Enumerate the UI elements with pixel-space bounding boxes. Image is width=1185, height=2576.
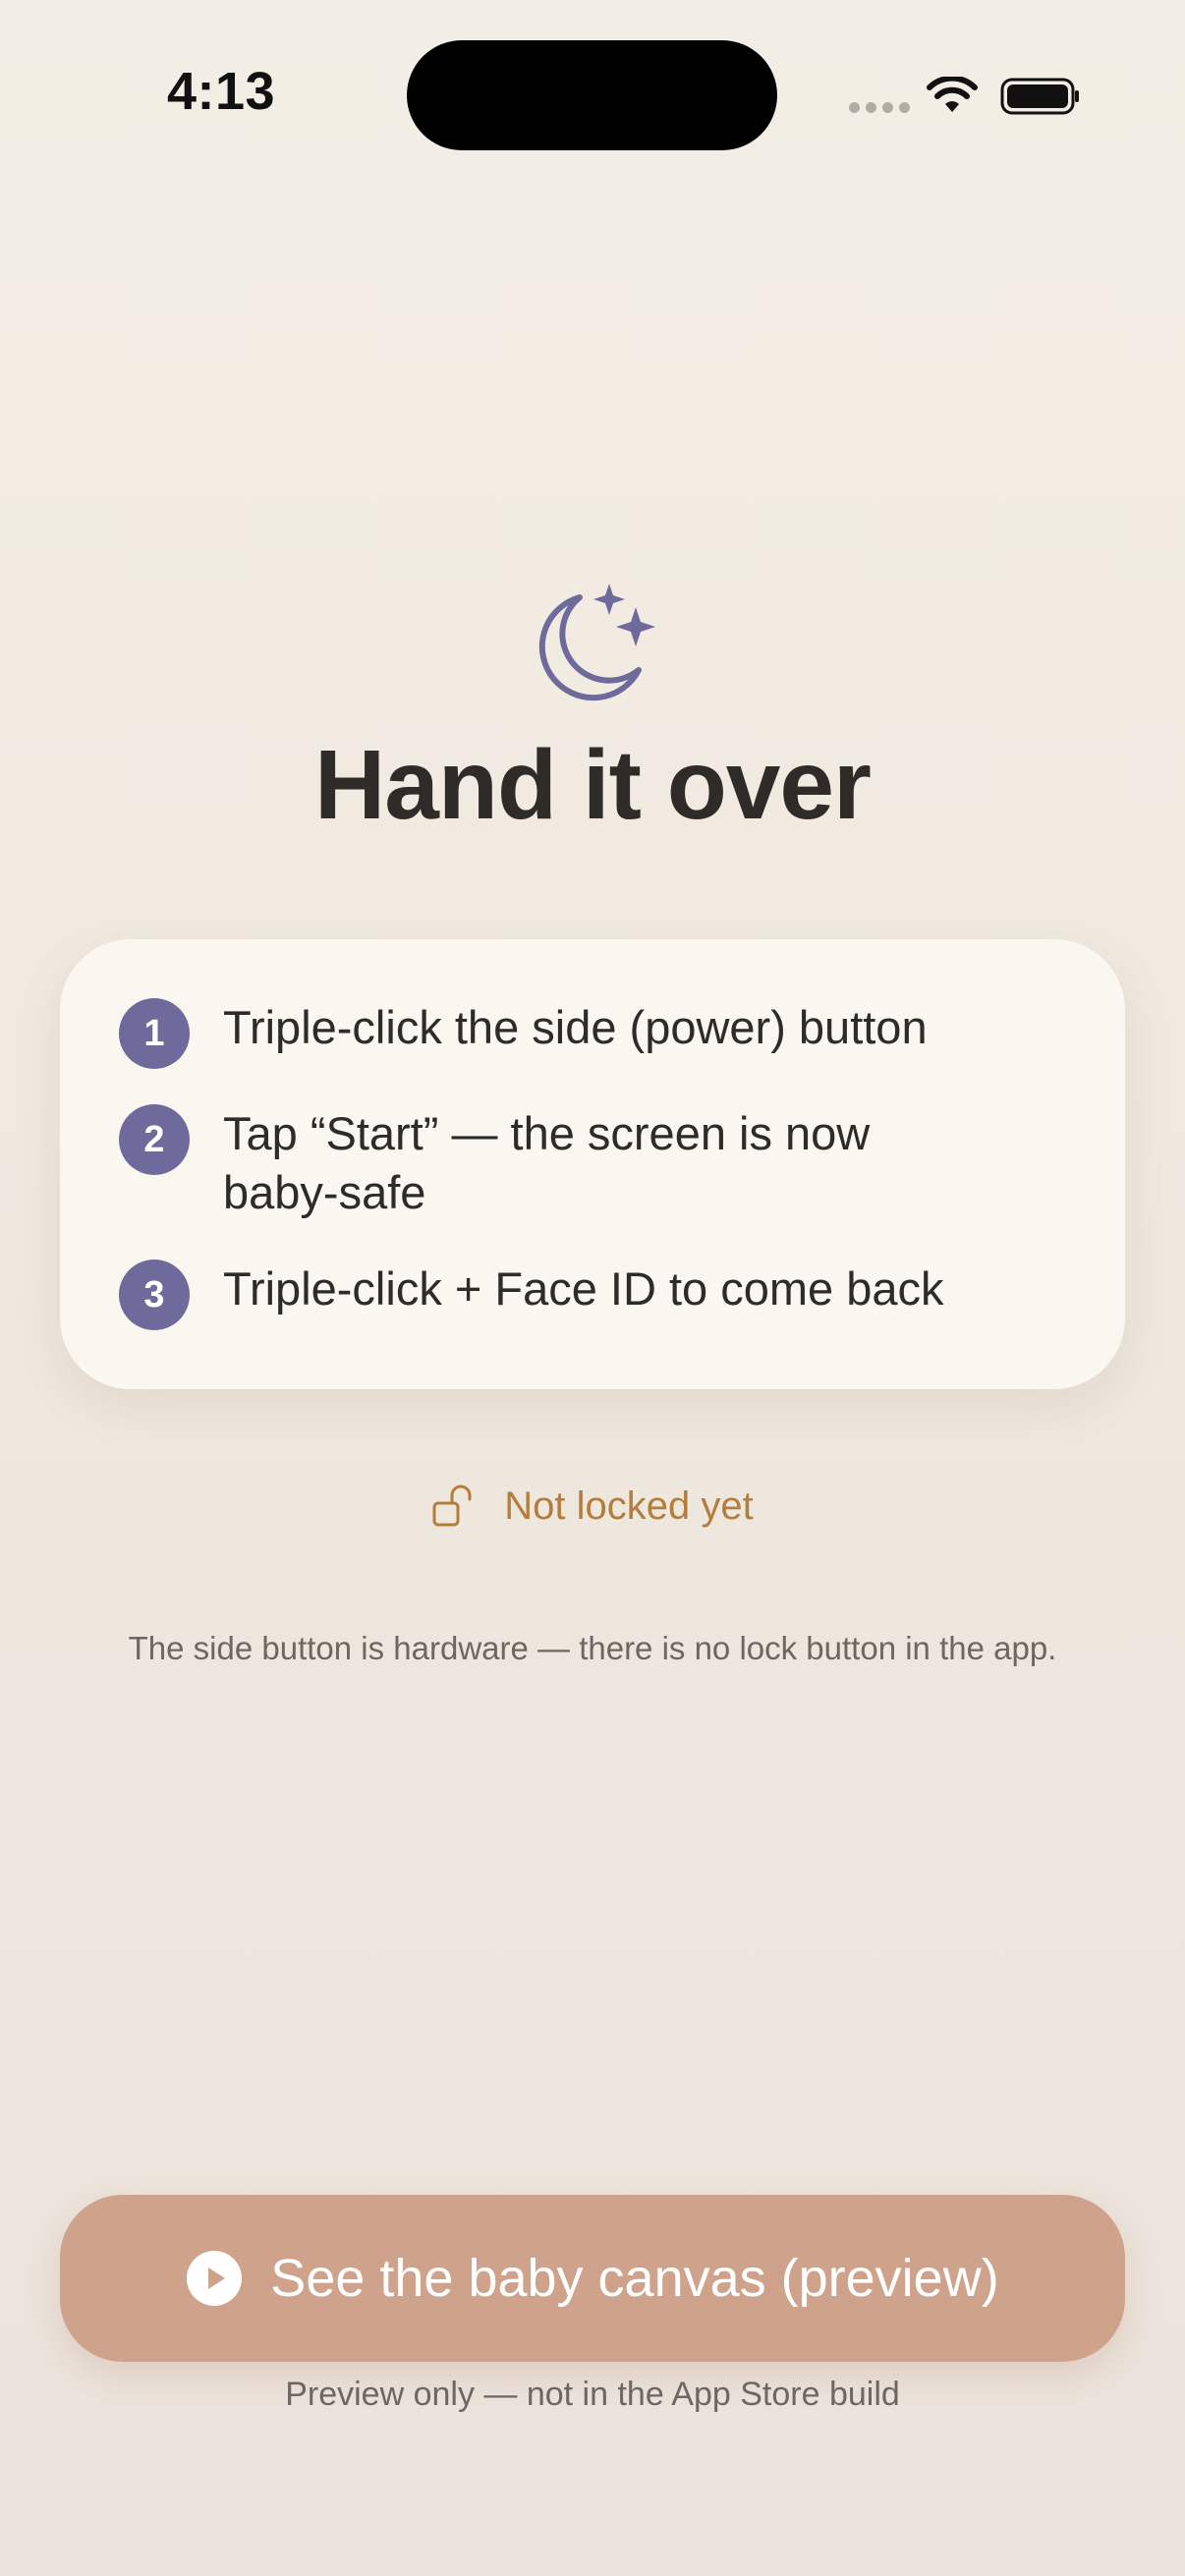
- step-number-badge: 1: [119, 998, 190, 1069]
- cellular-signal-icon: [849, 102, 910, 113]
- step-2: 2 Tap “Start” — the screen is now baby-s…: [119, 1104, 1082, 1222]
- play-icon: [187, 2251, 243, 2306]
- page-title: Hand it over: [314, 730, 872, 840]
- step-text: Triple-click + Face ID to come back: [223, 1262, 944, 1315]
- battery-icon: [1000, 78, 1079, 115]
- preview-canvas-button[interactable]: See the baby canvas (preview): [60, 2195, 1125, 2362]
- hardware-note: The side button is hardware — there is n…: [128, 1630, 1057, 1666]
- step-number-badge: 2: [119, 1104, 190, 1175]
- lock-status-label: Not locked yet: [504, 1484, 754, 1528]
- step-text: Tap “Start” — the screen is now baby-saf…: [223, 1107, 871, 1218]
- wifi-icon: [927, 77, 978, 112]
- unlock-icon: [432, 1484, 472, 1527]
- step-text: Triple-click the side (power) button: [223, 1001, 928, 1053]
- moon-stars-icon: [538, 584, 655, 701]
- status-bar: 4:13: [0, 0, 1185, 196]
- step-3: 3 Triple-click + Face ID to come back: [119, 1260, 1082, 1330]
- status-time: 4:13: [167, 62, 276, 121]
- preview-button-label: See the baby canvas (preview): [270, 2249, 999, 2308]
- preview-caption: Preview only — not in the App Store buil…: [285, 2376, 900, 2413]
- lock-status: Not locked yet: [0, 1484, 1185, 1529]
- step-number-badge: 3: [119, 1260, 190, 1330]
- dynamic-island: [407, 40, 777, 150]
- step-1: 1 Triple-click the side (power) button: [119, 998, 1082, 1069]
- steps-card: 1 Triple-click the side (power) button 2…: [60, 939, 1125, 1389]
